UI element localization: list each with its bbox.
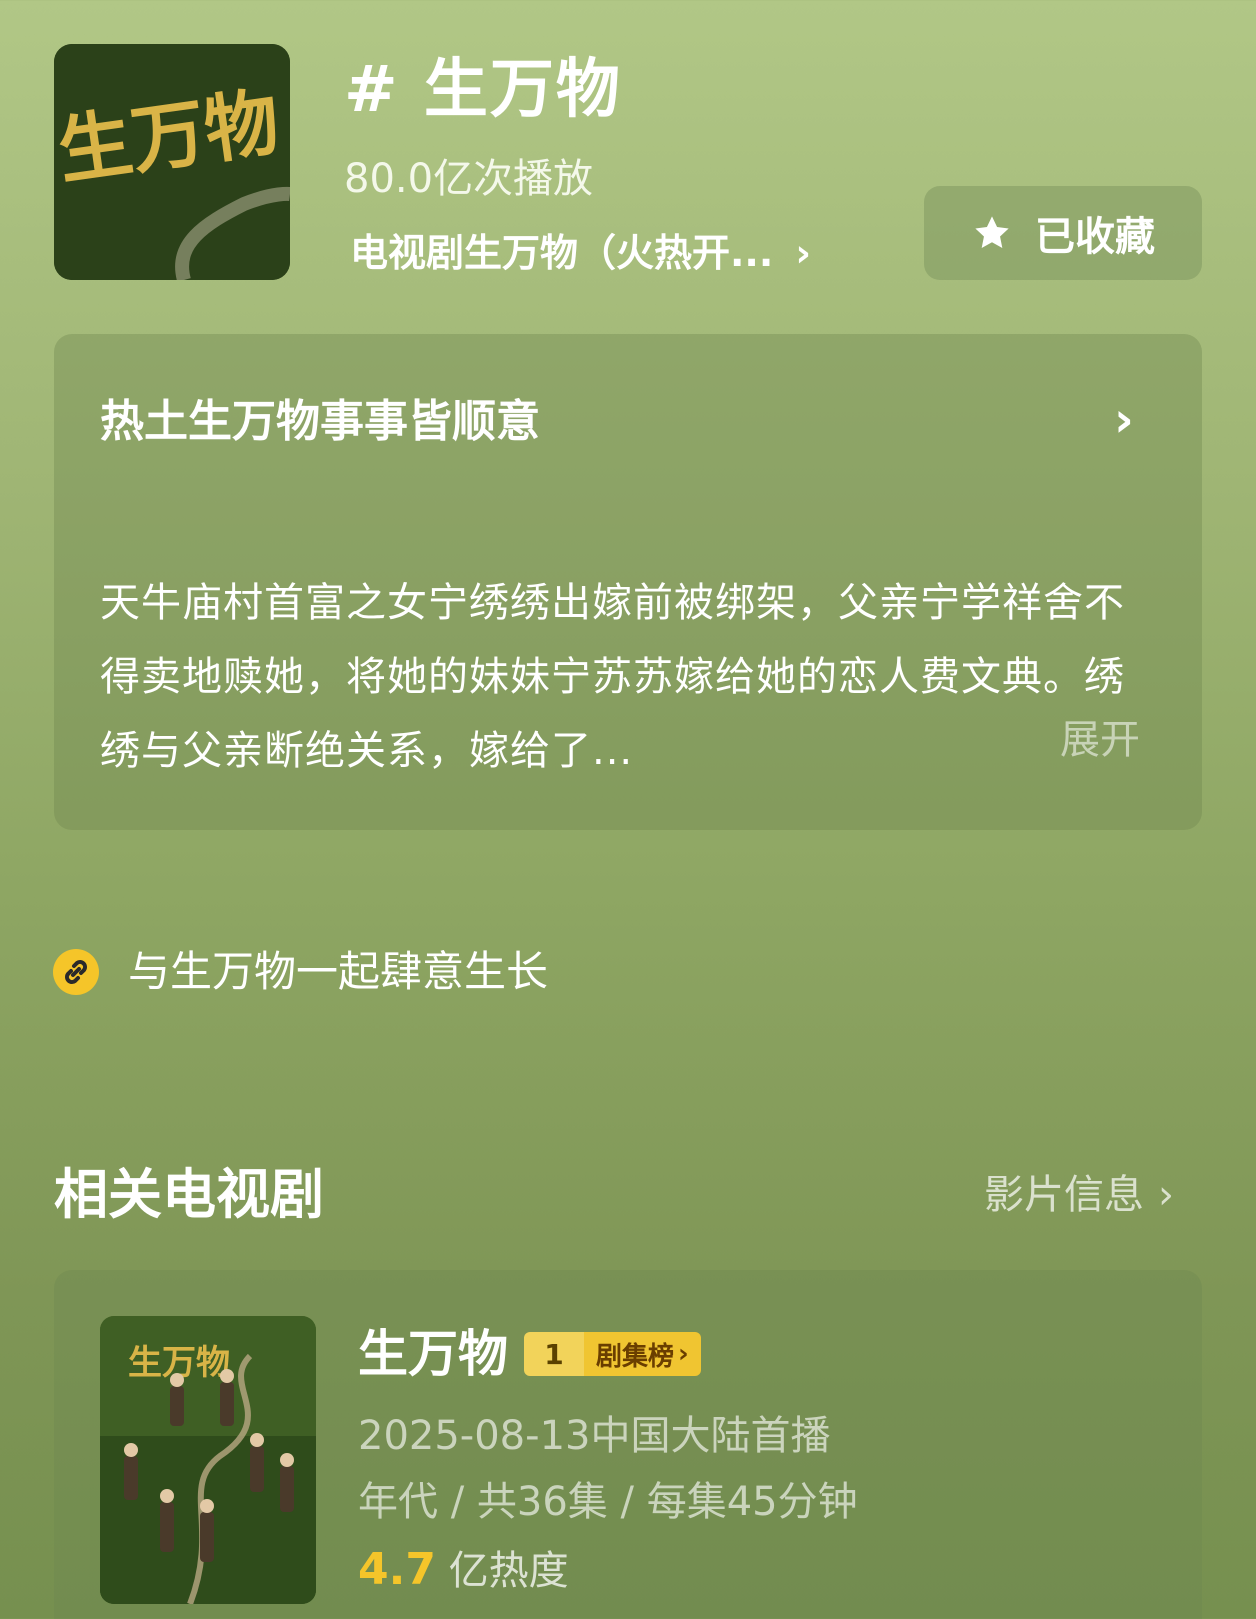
section-title: 相关电视剧 <box>54 1163 324 1226</box>
slogan-text[interactable]: 与生万物一起肆意生长 <box>128 942 548 1002</box>
rank-badge[interactable]: 1 剧集榜 › <box>524 1332 701 1376</box>
rank-label-text: 剧集榜 <box>596 1341 675 1372</box>
poster-artwork: 生万物 <box>100 1316 316 1604</box>
rank-number: 1 <box>524 1332 584 1376</box>
heat-value: 4.7 <box>358 1544 436 1595</box>
tv-meta: 年代 / 共36集 / 每集45分钟 <box>358 1479 858 1525</box>
chevron-right-icon: › <box>795 231 811 275</box>
chevron-right-icon: › <box>678 1339 689 1369</box>
rank-label: 剧集榜 › <box>584 1332 701 1376</box>
chevron-right-icon: › <box>1158 1172 1174 1218</box>
tv-poster[interactable]: 生万物 <box>100 1316 316 1604</box>
expand-button[interactable]: 展开 <box>1060 712 1140 768</box>
related-tv-link-label: 电视剧生万物（火热开... <box>350 231 774 275</box>
collect-button[interactable]: 已收藏 <box>924 186 1202 280</box>
collect-button-label: 已收藏 <box>1035 214 1155 260</box>
cover-artwork: 生万物 <box>54 44 290 280</box>
related-tv-link[interactable]: 电视剧生万物（火热开... › <box>350 228 811 278</box>
play-count: 80.0亿次播放 <box>344 156 594 202</box>
film-info-link-label: 影片信息 <box>984 1172 1144 1218</box>
topic-cover-image[interactable]: 生万物 <box>54 44 290 280</box>
film-info-link[interactable]: 影片信息 › <box>984 1166 1174 1224</box>
intro-description: 天牛庙村首富之女宁绣绣出嫁前被绑架，父亲宁学祥舍不得卖地赎她，将她的妹妹宁苏苏嫁… <box>100 580 1125 774</box>
star-icon <box>975 216 1009 249</box>
link-icon <box>52 948 100 996</box>
tv-title[interactable]: 生万物 <box>358 1322 508 1386</box>
heat-unit: 亿热度 <box>448 1548 569 1594</box>
tv-premiere: 2025-08-13中国大陆首播 <box>358 1413 831 1459</box>
intro-title: 热土生万物事事皆顺意 <box>100 396 540 447</box>
chevron-right-icon[interactable]: › <box>1114 392 1134 448</box>
tv-heat: 4.7 亿热度 <box>358 1542 569 1599</box>
topic-title: # 生万物 <box>344 53 622 127</box>
